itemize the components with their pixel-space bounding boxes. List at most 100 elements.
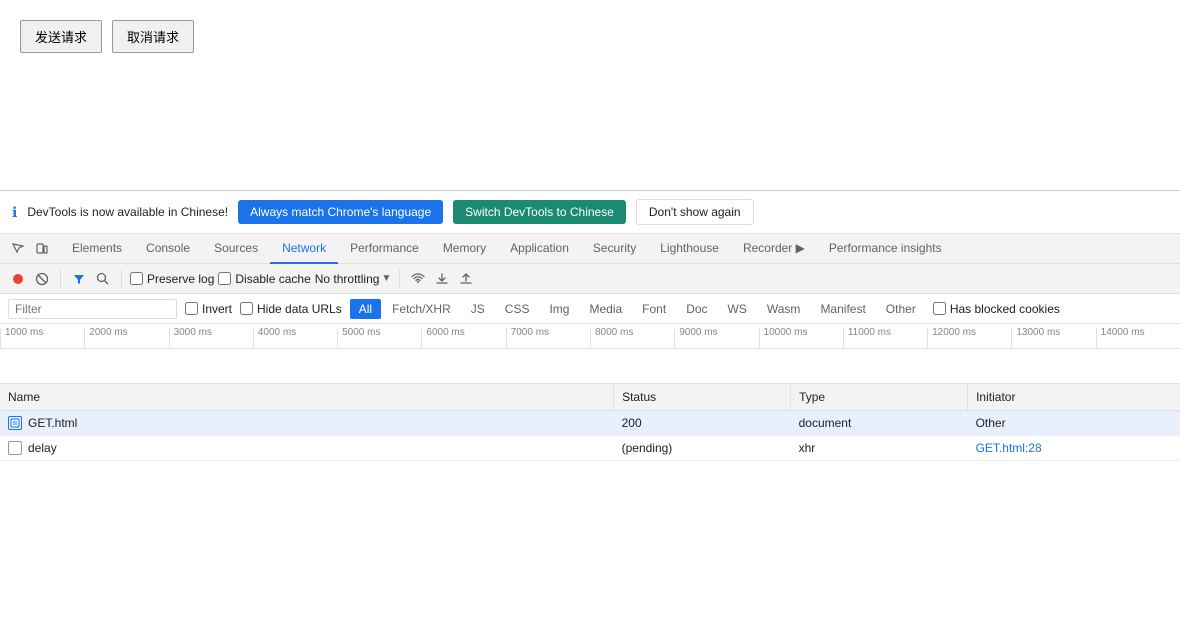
- has-blocked-cookies-label[interactable]: Has blocked cookies: [933, 302, 1060, 316]
- device-toggle-icon[interactable]: [32, 239, 52, 259]
- tab-performance-insights[interactable]: Performance insights: [817, 234, 954, 264]
- invert-label[interactable]: Invert: [185, 302, 232, 316]
- tick-10000: 10000 ms: [759, 328, 843, 348]
- hide-data-urls-label[interactable]: Hide data URLs: [240, 302, 342, 316]
- toolbar-divider-1: [60, 270, 61, 288]
- tabs-bar: Elements Console Sources Network Perform…: [0, 234, 1180, 264]
- table-row[interactable]: delay (pending) xhr GET.html:28: [0, 436, 1180, 461]
- filter-button[interactable]: [69, 269, 89, 289]
- preserve-log-checkbox[interactable]: [130, 272, 143, 285]
- filter-input[interactable]: [8, 299, 177, 319]
- row-name-cell: delay: [0, 436, 614, 461]
- disable-cache-checkbox[interactable]: [218, 272, 231, 285]
- tick-2000: 2000 ms: [84, 328, 168, 348]
- col-header-status[interactable]: Status: [614, 384, 791, 411]
- filter-type-js[interactable]: JS: [462, 299, 494, 319]
- timeline-area: 1000 ms 2000 ms 3000 ms 4000 ms 5000 ms …: [0, 324, 1180, 384]
- filter-type-doc[interactable]: Doc: [677, 299, 716, 319]
- network-table-container: Name Status Type Initiator: [0, 384, 1180, 461]
- has-blocked-cookies-checkbox[interactable]: [933, 302, 946, 315]
- tab-sources[interactable]: Sources: [202, 234, 270, 264]
- row-initiator: GET.html:28: [968, 436, 1180, 461]
- tab-recorder[interactable]: Recorder ▶: [731, 234, 817, 264]
- disable-cache-label[interactable]: Disable cache: [218, 272, 310, 286]
- info-icon: ℹ: [12, 204, 17, 221]
- filter-type-fetch-xhr[interactable]: Fetch/XHR: [383, 299, 460, 319]
- tick-3000: 3000 ms: [169, 328, 253, 348]
- tab-application[interactable]: Application: [498, 234, 581, 264]
- switch-devtools-button[interactable]: Switch DevTools to Chinese: [453, 200, 626, 224]
- preserve-log-label[interactable]: Preserve log: [130, 272, 214, 286]
- col-header-initiator[interactable]: Initiator: [968, 384, 1180, 411]
- tab-elements[interactable]: Elements: [60, 234, 134, 264]
- table-row[interactable]: GET.html 200 document Other: [0, 411, 1180, 436]
- filter-type-all[interactable]: All: [350, 299, 381, 319]
- row-name-cell: GET.html: [0, 411, 614, 436]
- row-type: document: [791, 411, 968, 436]
- tab-memory[interactable]: Memory: [431, 234, 498, 264]
- devtools-icons: [8, 239, 52, 259]
- tab-console[interactable]: Console: [134, 234, 202, 264]
- throttle-label: No throttling: [315, 272, 380, 286]
- table-header-row: Name Status Type Initiator: [0, 384, 1180, 411]
- tab-security[interactable]: Security: [581, 234, 648, 264]
- language-banner: ℹ DevTools is now available in Chinese! …: [0, 191, 1180, 234]
- always-match-button[interactable]: Always match Chrome's language: [238, 200, 443, 224]
- filter-type-wasm[interactable]: Wasm: [758, 299, 810, 319]
- row-type: xhr: [791, 436, 968, 461]
- tick-5000: 5000 ms: [337, 328, 421, 348]
- clear-button[interactable]: [32, 269, 52, 289]
- send-request-button[interactable]: 发送请求: [20, 20, 102, 53]
- throttle-dropdown-icon: ▼: [381, 273, 391, 284]
- dont-show-again-button[interactable]: Don't show again: [636, 199, 754, 225]
- devtools-panel: ℹ DevTools is now available in Chinese! …: [0, 190, 1180, 461]
- filter-type-font[interactable]: Font: [633, 299, 675, 319]
- page-area: 发送请求 取消请求: [0, 0, 1180, 190]
- tick-7000: 7000 ms: [506, 328, 590, 348]
- name-cell-delay: delay: [8, 441, 606, 455]
- tick-4000: 4000 ms: [253, 328, 337, 348]
- row-status: 200: [614, 411, 791, 436]
- import-har-button[interactable]: [432, 269, 452, 289]
- export-har-button[interactable]: [456, 269, 476, 289]
- col-header-type[interactable]: Type: [791, 384, 968, 411]
- cancel-request-button[interactable]: 取消请求: [112, 20, 194, 53]
- filter-type-css[interactable]: CSS: [496, 299, 539, 319]
- timeline-ruler: 1000 ms 2000 ms 3000 ms 4000 ms 5000 ms …: [0, 324, 1180, 349]
- network-table: Name Status Type Initiator: [0, 384, 1180, 461]
- tick-1000: 1000 ms: [0, 328, 84, 348]
- col-header-name[interactable]: Name: [0, 384, 614, 411]
- tick-11000: 11000 ms: [843, 328, 927, 348]
- tab-network[interactable]: Network: [270, 234, 338, 264]
- document-icon: [8, 416, 22, 430]
- filter-bar: Invert Hide data URLs All Fetch/XHR JS C…: [0, 294, 1180, 324]
- filter-types: All Fetch/XHR JS CSS Img Media Font Doc …: [350, 299, 925, 319]
- tab-performance[interactable]: Performance: [338, 234, 431, 264]
- filter-type-media[interactable]: Media: [580, 299, 631, 319]
- tick-14000: 14000 ms: [1096, 328, 1180, 348]
- row-initiator: Other: [968, 411, 1180, 436]
- tick-8000: 8000 ms: [590, 328, 674, 348]
- tick-13000: 13000 ms: [1011, 328, 1095, 348]
- tick-6000: 6000 ms: [421, 328, 505, 348]
- hide-data-urls-checkbox[interactable]: [240, 302, 253, 315]
- initiator-link[interactable]: GET.html:28: [976, 441, 1042, 455]
- search-button[interactable]: [93, 269, 113, 289]
- throttle-selector[interactable]: No throttling ▼: [315, 272, 392, 286]
- banner-text: DevTools is now available in Chinese!: [27, 205, 228, 219]
- record-button[interactable]: [8, 269, 28, 289]
- wifi-icon[interactable]: [408, 269, 428, 289]
- filter-type-manifest[interactable]: Manifest: [811, 299, 874, 319]
- network-toolbar: Preserve log Disable cache No throttling…: [0, 264, 1180, 294]
- row-filename: GET.html: [28, 416, 77, 430]
- filter-type-img[interactable]: Img: [540, 299, 578, 319]
- tick-12000: 12000 ms: [927, 328, 1011, 348]
- invert-checkbox[interactable]: [185, 302, 198, 315]
- row-status: (pending): [614, 436, 791, 461]
- toolbar-divider-3: [399, 270, 400, 288]
- tab-lighthouse[interactable]: Lighthouse: [648, 234, 731, 264]
- inspect-element-icon[interactable]: [8, 239, 28, 259]
- filter-type-other[interactable]: Other: [877, 299, 925, 319]
- filter-type-ws[interactable]: WS: [719, 299, 756, 319]
- name-cell-get-html: GET.html: [8, 416, 606, 430]
